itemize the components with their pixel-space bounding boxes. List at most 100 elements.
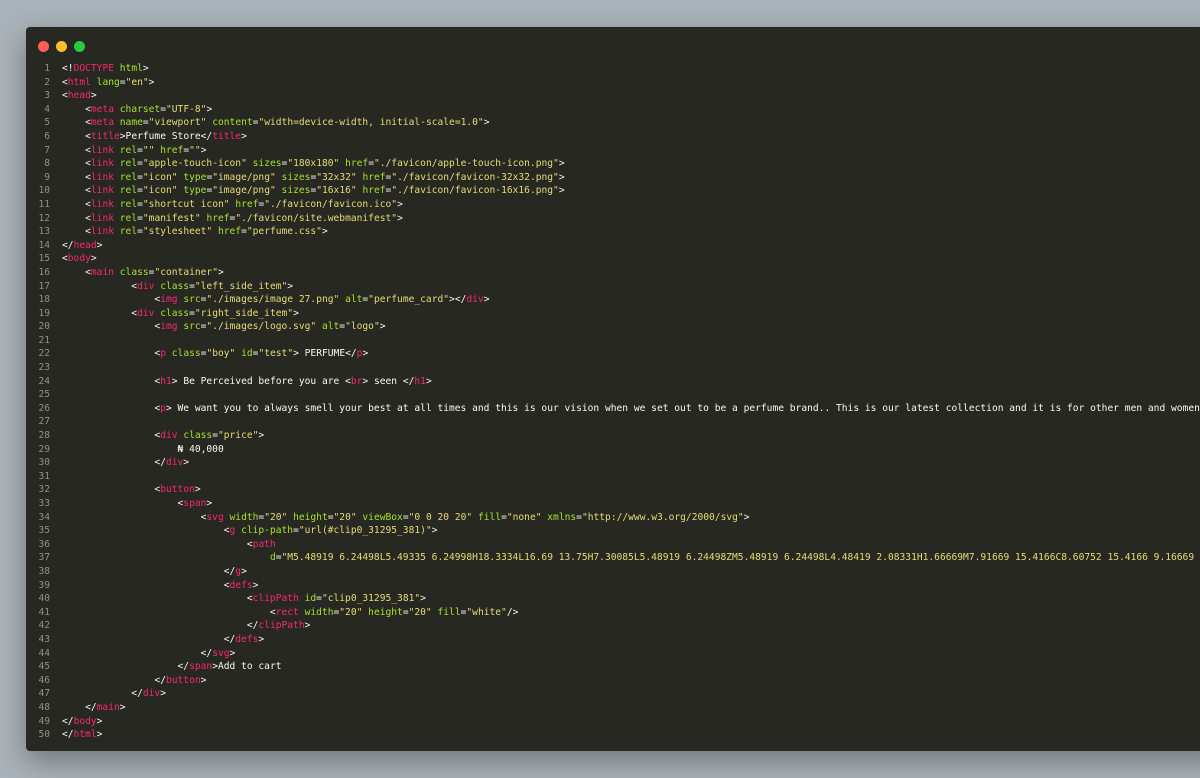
code-token: "viewport" [148, 117, 207, 129]
code-token: </ [62, 701, 97, 713]
code-token: link [90, 226, 114, 238]
code-token: > PERFUME</ [293, 348, 357, 360]
line-code-text: <link rel="icon" type="image/png" sizes=… [62, 184, 565, 198]
line-number: 9 [44, 171, 50, 183]
code-line: 40 <clipPath id="clip0_31295_381"> [26, 592, 1200, 606]
code-token: > [200, 144, 207, 156]
code-token: < [62, 226, 91, 238]
code-token: body [73, 715, 97, 727]
line-code-text: <g clip-path="url(#clip0_31295_381)"> [62, 524, 438, 538]
code-token: < [62, 117, 91, 129]
code-token: "./images/logo.svg" [206, 321, 317, 333]
code-token: "image/png" [212, 171, 276, 183]
code-token: < [62, 375, 161, 387]
code-token: "url(#clip0_31295_381)" [298, 525, 432, 537]
code-token: img [160, 321, 178, 333]
line-number: 15 [38, 253, 50, 265]
code-token: meta [90, 117, 114, 129]
code-token: "stylesheet" [142, 226, 213, 238]
code-token: </ [62, 729, 74, 741]
code-token: ></ [449, 294, 467, 306]
code-token: </ [62, 661, 190, 673]
code-token: > [241, 130, 247, 142]
line-number: 31 [38, 470, 50, 482]
code-token: type [183, 185, 207, 197]
line-number: 4 [44, 103, 50, 115]
code-token: < [62, 321, 161, 333]
code-token: main [96, 701, 120, 713]
code-token: "shortcut icon" [142, 198, 230, 210]
code-token: span [189, 661, 213, 673]
code-token: rel [119, 144, 138, 156]
code-token: "en" [125, 76, 149, 88]
code-token: name [119, 117, 143, 129]
code-token: rect [275, 606, 299, 618]
code-token: link [90, 198, 114, 210]
code-token: height [368, 606, 403, 618]
code-token: < [62, 525, 230, 537]
code-token: class [119, 266, 149, 278]
line-number: 22 [38, 348, 50, 360]
code-token: < [62, 498, 184, 509]
line-code-text: </div> [62, 456, 189, 470]
line-code-text: <path [62, 538, 276, 552]
code-area[interactable]: 1 <!DOCTYPE html> 2 <html lang="en"> 3 <head>… [26, 62, 1200, 742]
code-token: path [252, 538, 276, 550]
code-token: link [90, 144, 114, 156]
code-line: 46 </button> [26, 674, 1200, 688]
line-code-text: <head> [62, 89, 97, 103]
code-line: 37 d="M5.48919 6.24498L5.49335 6.24998H1… [26, 551, 1200, 565]
code-token: "left_side_item" [194, 280, 288, 292]
maximize-window-button[interactable] [74, 41, 85, 52]
line-number: 40 [38, 593, 50, 605]
line-code-text: </g> [62, 565, 247, 579]
line-number: 34 [38, 511, 50, 523]
line-number: 23 [38, 362, 50, 374]
line-code-text: </button> [62, 674, 206, 688]
line-number: 33 [38, 498, 50, 509]
code-token: div [165, 457, 184, 469]
line-number: 10 [38, 185, 50, 197]
code-token: link [90, 158, 114, 170]
line-number: 13 [38, 226, 50, 238]
minimize-window-button[interactable] [56, 41, 67, 52]
code-token: > [397, 212, 403, 224]
line-code-text: </clipPath> [62, 619, 311, 633]
code-token: < [62, 484, 161, 496]
line-number: 49 [38, 715, 50, 727]
line-code-text: <link rel="apple-touch-icon" sizes="180x… [62, 157, 565, 171]
line-number: 17 [38, 280, 50, 292]
code-token: "./favicon/apple-touch-icon.png" [373, 158, 559, 170]
code-token: > [90, 90, 97, 102]
line-code-text: <html lang="en"> [62, 76, 154, 90]
code-token: head [67, 90, 91, 102]
code-token: "manifest" [142, 212, 201, 224]
code-token: width [304, 606, 334, 618]
code-token: "icon" [142, 171, 178, 183]
close-window-button[interactable] [38, 41, 49, 52]
code-line: 32 <button> [26, 483, 1200, 497]
line-number: 37 [38, 552, 50, 564]
code-line: 19 <div class="right_side_item"> [26, 307, 1200, 321]
code-token: link [90, 171, 114, 183]
code-token: > [96, 729, 103, 741]
code-token: "test" [258, 348, 294, 360]
code-token: src [183, 294, 201, 306]
code-token: </ [62, 565, 236, 577]
code-token: "image/png" [212, 185, 276, 197]
code-token: "0 0 20 20" [408, 511, 473, 523]
code-line: 21 [26, 334, 1200, 348]
code-token: div [142, 688, 161, 700]
code-token: > [431, 525, 438, 537]
code-token: meta [90, 103, 114, 115]
code-token: type [183, 171, 207, 183]
line-number: 32 [38, 484, 50, 496]
code-token: > [200, 674, 207, 686]
code-token: "width=device-width, initial-scale=1.0" [258, 117, 484, 129]
code-token: link [90, 185, 114, 197]
line-number: 46 [38, 674, 50, 686]
line-code-text: ₦ 40,000 [62, 443, 224, 457]
code-token: clipPath [252, 593, 299, 605]
code-token: > [287, 280, 294, 292]
line-code-text: <meta name="viewport" content="width=dev… [62, 116, 489, 130]
